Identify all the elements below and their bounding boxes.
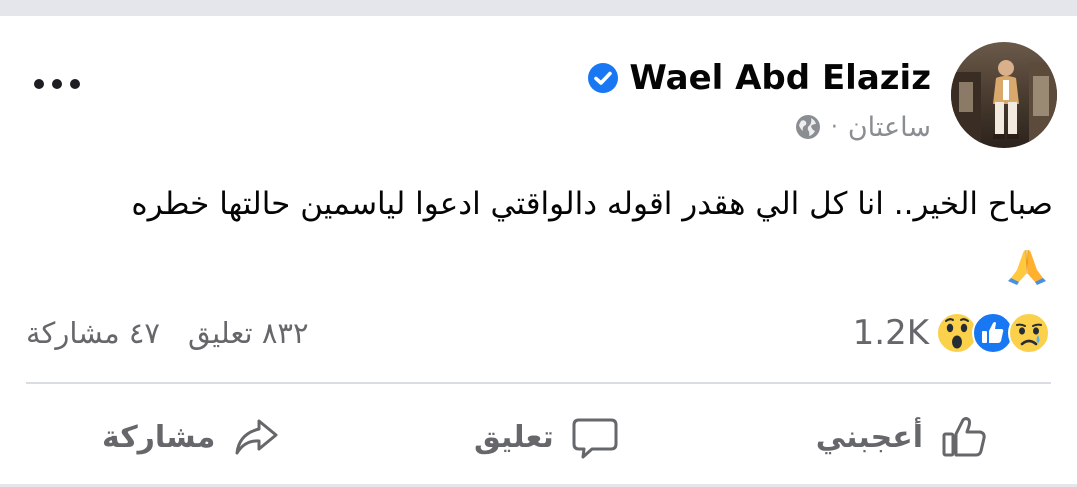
globe-icon [795,114,821,140]
author-avatar[interactable] [951,42,1057,148]
post-timestamp[interactable]: ساعتان [848,112,931,143]
dot-icon [52,79,62,89]
folded-hands-emoji [1005,244,1049,288]
dot-icon [70,79,80,89]
author-row: Wael Abd Elaziz [587,56,931,100]
thumbs-up-icon [939,412,989,462]
post-card: Wael Abd Elaziz · ساعتان صباح الخير.. ان… [0,16,1077,487]
share-button[interactable]: مشاركة [102,402,281,472]
engagement-counts: ٨٣٢ تعليق ٤٧ مشاركة [26,309,309,357]
post-meta: · ساعتان [795,109,931,145]
more-options-button[interactable] [34,66,80,102]
meta-separator: · [830,114,838,140]
comment-count[interactable]: ٨٣٢ تعليق [188,316,309,350]
share-count[interactable]: ٤٧ مشاركة [26,316,160,350]
comment-button[interactable]: تعليق [474,402,620,472]
share-arrow-icon [231,412,281,462]
reactions-summary[interactable]: 1.2K [853,309,1051,357]
sad-reaction-icon [1007,311,1051,355]
feed-gap-top [0,0,1077,16]
like-label: أعجبني [815,419,923,455]
post-stats: ٨٣٢ تعليق ٤٧ مشاركة 1.2K [26,309,1051,357]
dot-icon [34,79,44,89]
comment-bubble-icon [570,412,620,462]
action-bar: أعجبني تعليق مشاركة [0,402,1077,472]
share-label: مشاركة [102,419,216,455]
stats-divider [26,382,1051,384]
comment-label: تعليق [474,419,554,455]
verified-badge-icon [587,62,619,94]
post-text: صباح الخير.. انا كل الي هقدر اقوله دالوا… [131,186,1053,222]
like-button[interactable]: أعجبني [816,402,989,472]
author-name[interactable]: Wael Abd Elaziz [629,58,931,98]
reaction-count[interactable]: 1.2K [853,313,929,353]
